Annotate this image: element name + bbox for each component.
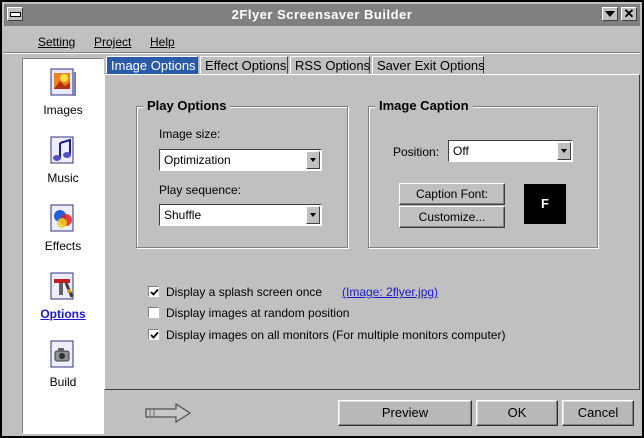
image-size-value: Optimization bbox=[164, 153, 231, 167]
image-size-label: Image size: bbox=[159, 127, 221, 141]
font-preview-box: F bbox=[524, 184, 566, 224]
tab-rss-options-label: RSS Options bbox=[295, 58, 371, 73]
cancel-label: Cancel bbox=[577, 405, 619, 420]
tab-effect-options[interactable]: Effect Options bbox=[200, 56, 288, 74]
menu-project[interactable]: Project bbox=[94, 35, 131, 49]
close-icon: ✕ bbox=[623, 6, 635, 21]
checkmark-icon bbox=[150, 331, 159, 339]
caption-font-label: Caption Font: bbox=[415, 187, 489, 201]
splash-screen-label: Display a splash screen once bbox=[166, 285, 323, 299]
chevron-down-icon bbox=[561, 149, 567, 153]
menu-divider bbox=[4, 52, 640, 54]
ok-label: OK bbox=[507, 405, 527, 420]
caption-position-label: Position: bbox=[393, 145, 440, 159]
play-sequence-select[interactable]: Shuffle bbox=[159, 204, 322, 226]
window-title: 2Flyer Screensaver Builder bbox=[231, 7, 413, 22]
random-position-label: Display images at random position bbox=[166, 306, 350, 320]
menu-help[interactable]: Help bbox=[150, 35, 175, 49]
random-position-checkbox[interactable] bbox=[148, 307, 159, 318]
sidebar-item-effects[interactable]: Effects bbox=[23, 203, 103, 253]
music-note-icon bbox=[48, 135, 78, 167]
chevron-down-icon bbox=[310, 158, 316, 162]
tab-effect-options-label: Effect Options bbox=[205, 58, 287, 73]
tab-saver-exit-options[interactable]: Saver Exit Options bbox=[372, 56, 485, 74]
sidebar: Images Music Effects Options Build bbox=[22, 58, 104, 434]
tab-rss-options[interactable]: RSS Options bbox=[290, 56, 370, 74]
menu-bar: Setting Project Help bbox=[26, 32, 638, 52]
tab-image-options[interactable]: Image Options bbox=[106, 56, 198, 74]
checkmark-icon bbox=[150, 288, 159, 296]
minimize-button[interactable] bbox=[602, 7, 618, 21]
tab-image-options-label: Image Options bbox=[111, 58, 196, 73]
image-caption-title: Image Caption bbox=[375, 98, 473, 113]
sidebar-label-music: Music bbox=[47, 171, 79, 185]
preview-button[interactable]: Preview bbox=[338, 400, 472, 426]
caption-position-select[interactable]: Off bbox=[448, 140, 573, 162]
caption-position-value: Off bbox=[453, 144, 469, 158]
customize-label: Customize... bbox=[418, 210, 486, 224]
sidebar-item-music[interactable]: Music bbox=[23, 135, 103, 185]
image-size-dropdown-button[interactable] bbox=[306, 151, 320, 169]
play-sequence-value: Shuffle bbox=[164, 208, 202, 222]
cancel-button[interactable]: Cancel bbox=[562, 400, 634, 426]
customize-button[interactable]: Customize... bbox=[399, 206, 505, 228]
play-sequence-dropdown-button[interactable] bbox=[306, 206, 320, 224]
splash-screen-checkbox[interactable] bbox=[148, 286, 159, 297]
title-bar[interactable]: 2Flyer Screensaver Builder ✕ bbox=[4, 4, 640, 26]
font-preview-letter: F bbox=[541, 196, 549, 211]
sidebar-item-options[interactable]: Options bbox=[23, 271, 103, 321]
caption-font-button[interactable]: Caption Font: bbox=[399, 183, 505, 205]
ok-button[interactable]: OK bbox=[476, 400, 558, 426]
play-sequence-label: Play sequence: bbox=[159, 183, 242, 197]
play-options-title: Play Options bbox=[143, 98, 231, 113]
app-window: 2Flyer Screensaver Builder ✕ Setting Pro… bbox=[0, 0, 644, 438]
effects-icon bbox=[48, 203, 78, 235]
sidebar-label-images: Images bbox=[43, 103, 83, 117]
sidebar-label-effects: Effects bbox=[44, 239, 82, 253]
sidebar-label-options: Options bbox=[40, 307, 86, 321]
menu-setting-label: Setting bbox=[38, 35, 76, 49]
close-button[interactable]: ✕ bbox=[621, 7, 637, 21]
chevron-down-icon bbox=[310, 213, 316, 217]
arrow-right-icon bbox=[144, 402, 194, 424]
menu-setting[interactable]: Setting bbox=[38, 35, 75, 49]
all-monitors-checkbox[interactable] bbox=[148, 329, 159, 340]
caption-position-dropdown-button[interactable] bbox=[557, 142, 571, 160]
sidebar-label-build: Build bbox=[49, 375, 77, 389]
options-tools-icon bbox=[48, 271, 78, 303]
tab-saver-exit-options-label: Saver Exit Options bbox=[377, 58, 485, 73]
menu-help-label: Help bbox=[150, 35, 175, 49]
splash-image-link[interactable]: (Image: 2flyer.jpg) bbox=[342, 285, 438, 299]
menu-project-label: Project bbox=[94, 35, 132, 49]
image-size-select[interactable]: Optimization bbox=[159, 149, 322, 171]
preview-label: Preview bbox=[381, 405, 429, 420]
images-icon bbox=[48, 67, 78, 99]
all-monitors-label: Display images on all monitors (For mult… bbox=[166, 328, 506, 342]
sidebar-item-images[interactable]: Images bbox=[23, 67, 103, 117]
minimize-icon bbox=[605, 11, 615, 17]
sidebar-item-build[interactable]: Build bbox=[23, 339, 103, 389]
build-icon bbox=[48, 339, 78, 371]
